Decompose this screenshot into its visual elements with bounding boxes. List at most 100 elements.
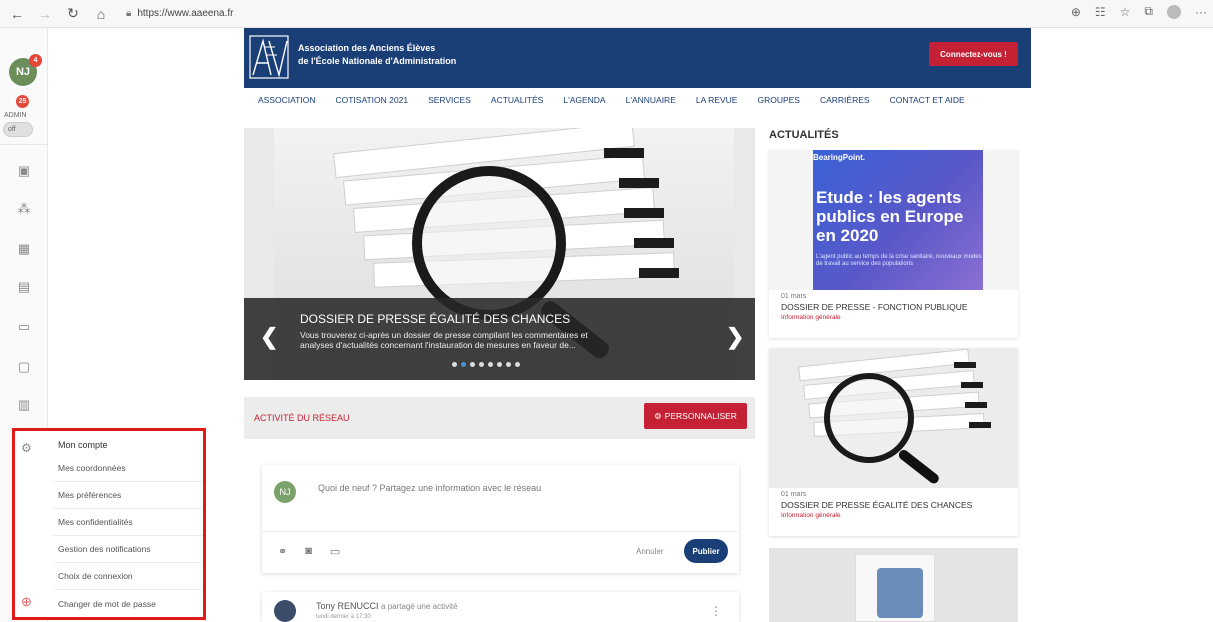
carousel-dot[interactable] [461, 362, 466, 367]
menu-item-connexion[interactable]: Choix de connexion [53, 563, 203, 590]
main-nav: ASSOCIATION COTISATION 2021 SERVICES ACT… [244, 88, 1031, 112]
menu-item-password[interactable]: Changer de mot de passe [53, 590, 203, 617]
account-menu: ⚙ ⊕ Mon compte Mes coordonnées Mes préfé… [12, 428, 206, 620]
personalize-button[interactable]: ⚙ PERSONNALISER [644, 403, 747, 429]
cancel-button[interactable]: Annuler [636, 547, 664, 556]
news-date: 01 mars [781, 491, 807, 498]
news-category[interactable]: Information générale [781, 314, 841, 321]
document-icon[interactable]: ▤ [15, 278, 33, 296]
camera-icon[interactable]: ◙ [305, 545, 312, 558]
logo-icon [249, 35, 289, 79]
carousel-dot[interactable] [515, 362, 520, 367]
carousel-dot[interactable] [488, 362, 493, 367]
composer-input[interactable]: Quoi de neuf ? Partagez une information … [318, 483, 541, 493]
nav-item-services[interactable]: SERVICES [428, 95, 471, 105]
calendar-icon[interactable]: ▦ [15, 240, 33, 258]
nav-item-cotisation[interactable]: COTISATION 2021 [335, 95, 408, 105]
poster-name[interactable]: Tony RENUCCI [316, 601, 379, 611]
brand-logo: BearingPoint. [813, 153, 866, 162]
browser-actions: ⊕ ☷ ☆ ⧉ ··· [1071, 4, 1207, 19]
forward-icon[interactable]: → [34, 3, 56, 25]
hero-carousel[interactable]: ❮ ❯ DOSSIER DE PRESSE ÉGALITÉ DES CHANCE… [244, 128, 755, 380]
admin-toggle[interactable]: off [3, 122, 33, 137]
nav-item-annuaire[interactable]: L'ANNUAIRE [626, 95, 676, 105]
news-headline[interactable]: DOSSIER DE PRESSE ÉGALITÉ DES CHANCES [781, 500, 972, 510]
carousel-dot[interactable] [479, 362, 484, 367]
carousel-title[interactable]: DOSSIER DE PRESSE ÉGALITÉ DES CHANCES [300, 312, 570, 326]
plus-icon[interactable]: ⊕ [21, 594, 32, 610]
news-headline[interactable]: DOSSIER DE PRESSE - FONCTION PUBLIQUE [781, 302, 968, 312]
building-icon[interactable]: ▥ [15, 396, 33, 414]
nav-item-agenda[interactable]: L'AGENDA [563, 95, 605, 105]
activity-header: ACTIVITÉ DU RÉSEAU ⚙ PERSONNALISER [244, 397, 755, 439]
image-headline: Etude : les agents publics en Europe en … [816, 188, 963, 245]
more-vertical-icon[interactable]: ⋮ [710, 604, 722, 618]
menu-item-preferences[interactable]: Mes préférences [53, 482, 203, 509]
reading-mode-icon[interactable]: ☷ [1095, 5, 1106, 19]
image-margin [769, 150, 813, 290]
collections-icon[interactable]: ⧉ [1144, 4, 1153, 19]
nav-item-groupes[interactable]: GROUPES [757, 95, 800, 105]
post-time: lundi dernier à 17:30 [316, 614, 371, 620]
profile-icon[interactable] [1167, 4, 1181, 19]
site-logo[interactable] [248, 34, 290, 80]
portrait-image [877, 568, 923, 618]
news-image: BearingPoint. Etude : les agents publics… [769, 150, 1018, 290]
poster-line: Tony RENUCCI a partagé une activité [316, 601, 458, 611]
news-card[interactable]: 01 mars DOSSIER DE PRESSE ÉGALITÉ DES CH… [769, 348, 1018, 536]
poster-avatar[interactable] [274, 600, 296, 622]
news-card[interactable]: BearingPoint. Etude : les agents publics… [769, 150, 1018, 338]
favorite-icon[interactable]: ☆ [1120, 5, 1131, 19]
nav-item-carrieres[interactable]: CARRIÈRES [820, 95, 870, 105]
video-icon[interactable]: ▭ [330, 545, 340, 558]
carousel-prev-icon[interactable]: ❮ [260, 324, 278, 350]
connect-button[interactable]: Connectez-vous ! [929, 42, 1018, 66]
address-bar[interactable]: 🔒︎ https://www.aaeena.fr [126, 4, 234, 24]
gear-icon[interactable]: ⚙ [21, 441, 32, 455]
home-icon[interactable]: ⌂ [90, 3, 112, 25]
carousel-dot[interactable] [497, 362, 502, 367]
admin-badge: 25 [16, 95, 29, 108]
nav-item-association[interactable]: ASSOCIATION [258, 95, 315, 105]
back-icon[interactable]: ← [6, 3, 28, 25]
site-name-line2: de l'École Nationale d'Administration [298, 56, 457, 66]
news-card[interactable] [769, 548, 1018, 622]
carousel-text-line1: Vous trouverez ci-après un dossier de pr… [300, 330, 588, 340]
carousel-dot[interactable] [452, 362, 457, 367]
post-composer: NJ Quoi de neuf ? Partagez une informati… [262, 465, 739, 573]
carousel-caption: ❮ ❯ DOSSIER DE PRESSE ÉGALITÉ DES CHANCE… [244, 298, 755, 380]
reload-icon[interactable]: ↻ [62, 3, 84, 25]
link-icon[interactable]: ⚭ [278, 545, 287, 558]
notification-badge: 4 [29, 54, 42, 67]
carousel-next-icon[interactable]: ❯ [726, 324, 744, 350]
contact-card-icon[interactable]: ▣ [15, 162, 33, 180]
news-date: 01 mars [781, 293, 807, 300]
poster-action: a partagé une activité [381, 602, 458, 611]
nav-item-actualites[interactable]: ACTUALITÉS [491, 95, 543, 105]
news-category[interactable]: Information générale [781, 512, 841, 519]
nav-item-revue[interactable]: LA REVUE [696, 95, 738, 105]
image-subtext: L'agent public au temps de la crise sani… [816, 254, 982, 267]
zoom-icon[interactable]: ⊕ [1071, 5, 1081, 19]
carousel-text: Vous trouverez ci-après un dossier de pr… [300, 330, 700, 350]
publish-button[interactable]: Publier [684, 539, 728, 563]
menu-item-notifications[interactable]: Gestion des notifications [53, 536, 203, 563]
menu-item-confidentialites[interactable]: Mes confidentialités [53, 509, 203, 536]
composer-divider [262, 531, 739, 532]
url-text: https://www.aaeena.fr [137, 8, 234, 19]
gear-icon: ⚙ [654, 410, 662, 421]
composer-tools: ⚭ ◙ ▭ [278, 545, 340, 558]
browser-toolbar: ← → ↻ ⌂ 🔒︎ https://www.aaeena.fr ⊕ ☷ ☆ ⧉… [0, 0, 1213, 28]
carousel-dot[interactable] [506, 362, 511, 367]
more-icon[interactable]: ··· [1195, 5, 1207, 19]
activity-title: ACTIVITÉ DU RÉSEAU [254, 413, 350, 423]
feed-post: Tony RENUCCI a partagé une activité lund… [262, 592, 739, 622]
card-icon[interactable]: ▭ [15, 318, 33, 336]
clipboard-icon[interactable]: ▢ [15, 358, 33, 376]
nav-item-contact[interactable]: CONTACT ET AIDE [890, 95, 965, 105]
image-headline-l1: Etude : les agents [816, 188, 962, 207]
carousel-dots [452, 362, 520, 367]
menu-item-coordonnees[interactable]: Mes coordonnées [53, 455, 203, 482]
network-icon[interactable]: ⁂ [15, 200, 33, 218]
carousel-dot[interactable] [470, 362, 475, 367]
